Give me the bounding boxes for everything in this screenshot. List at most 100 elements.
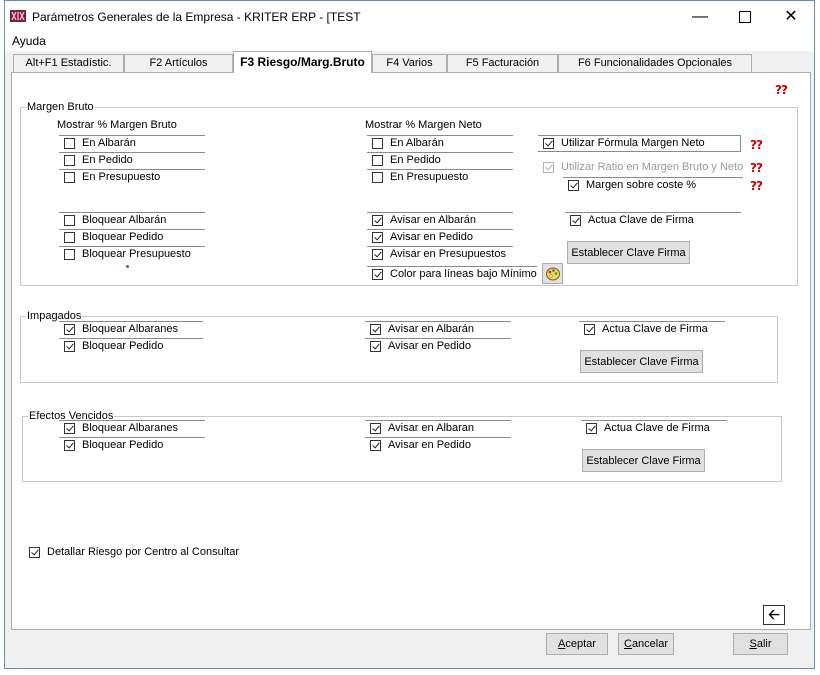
svg-text:?: ?: [756, 138, 763, 150]
cb-actua-clave-mb[interactable]: Actua Clave de Firma: [565, 212, 741, 229]
checkbox[interactable]: [372, 215, 383, 226]
cb-detallar-riesgo[interactable]: Detallar Riesgo por Centro al Consultar: [24, 545, 264, 562]
cb-avisar-pedido[interactable]: Avisar en Pedido: [367, 229, 513, 246]
cb-label: Avisar en Albarán: [388, 323, 475, 335]
checkbox[interactable]: [64, 440, 75, 451]
cb-ef-avisar-pedido[interactable]: Avisar en Pedido: [365, 437, 511, 454]
checkbox[interactable]: [370, 341, 381, 352]
cb-neto-albaran[interactable]: En Albarán: [367, 135, 513, 152]
checkbox[interactable]: [372, 138, 383, 149]
cb-ef-actua-clave[interactable]: Actua Clave de Firma: [581, 420, 727, 437]
checkbox[interactable]: [372, 232, 383, 243]
establecer-clave-ef-button[interactable]: Establecer Clave Firma: [582, 449, 705, 472]
checkbox[interactable]: [372, 249, 383, 260]
checkbox[interactable]: [64, 249, 75, 260]
back-arrow-button[interactable]: 🡠: [763, 605, 785, 625]
tab-articulos[interactable]: F2 Artículos: [124, 54, 233, 72]
menu-ayuda[interactable]: Ayuda: [12, 34, 46, 48]
color-picker-button[interactable]: [542, 263, 563, 284]
checkbox: [543, 162, 554, 173]
help-icon-formula[interactable]: ??: [750, 138, 764, 150]
checkbox[interactable]: [64, 232, 75, 243]
cb-imp-avisar-pedido[interactable]: Avisar en Pedido: [365, 338, 511, 355]
help-icon[interactable]: ? ?: [775, 83, 789, 95]
aceptar-label: ceptar: [565, 638, 596, 650]
cancelar-label: ancelar: [631, 638, 669, 650]
help-icon-coste[interactable]: ??: [750, 179, 764, 191]
checkbox[interactable]: [568, 180, 579, 191]
cb-ef-avisar-albaran[interactable]: Avisar en Albaran: [365, 420, 511, 437]
tab-estadisticas[interactable]: Alt+F1 Estadístic.: [13, 54, 124, 72]
cb-ef-bloquear-albaranes[interactable]: Bloquear Albaranes: [59, 420, 205, 437]
checkbox[interactable]: [586, 423, 597, 434]
minimize-icon: —: [692, 8, 708, 25]
mostrar-neto-title: Mostrar % Margen Neto: [365, 119, 482, 131]
cb-bloquear-pedido[interactable]: Bloquear Pedido: [59, 229, 205, 246]
cb-utilizar-ratio: Utilizar Ratio en Margen Bruto y Neto: [538, 160, 744, 177]
checkbox[interactable]: [570, 215, 581, 226]
cb-label: Actua Clave de Firma: [602, 323, 708, 335]
checkbox[interactable]: [370, 423, 381, 434]
checkbox[interactable]: [543, 138, 554, 149]
aceptar-button[interactable]: Aceptar: [546, 633, 608, 655]
cb-margen-coste[interactable]: Margen sobre coste %: [563, 177, 743, 194]
maximize-button[interactable]: [722, 1, 768, 32]
cb-imp-avisar-albaran[interactable]: Avisar en Albarán: [365, 321, 511, 338]
checkbox[interactable]: [372, 172, 383, 183]
checkbox[interactable]: [64, 155, 75, 166]
checkbox[interactable]: [64, 341, 75, 352]
cb-label: Bloquear Presupuesto: [82, 248, 191, 260]
establecer-clave-imp-button[interactable]: Establecer Clave Firma: [580, 350, 703, 373]
tab-panel: ? ? Margen Bruto Mostrar % Margen Bruto …: [11, 72, 811, 630]
checkbox[interactable]: [64, 138, 75, 149]
cb-label: Bloquear Pedido: [82, 231, 164, 243]
help-icon-ratio[interactable]: ??: [750, 161, 764, 173]
checkbox[interactable]: [372, 155, 383, 166]
cb-bloquear-albaran[interactable]: Bloquear Albarán: [59, 212, 205, 229]
cb-utilizar-formula[interactable]: Utilizar Fórmula Margen Neto: [538, 135, 741, 152]
close-button[interactable]: ✕: [768, 1, 814, 32]
tab-riesgo-margen[interactable]: F3 Riesgo/Marg.Bruto: [233, 51, 372, 73]
cb-avisar-albaran[interactable]: Avisar en Albarán: [367, 212, 513, 229]
cb-label: Avisar en Albarán: [390, 214, 477, 226]
cancelar-button[interactable]: Cancelar: [618, 633, 674, 655]
tab-strip: Alt+F1 Estadístic. F2 Artículos F3 Riesg…: [5, 51, 814, 73]
cb-neto-presupuesto[interactable]: En Presupuesto: [367, 169, 513, 186]
checkbox[interactable]: [64, 215, 75, 226]
cb-label: Avisar en Albaran: [388, 422, 475, 434]
cb-bruto-pedido[interactable]: En Pedido: [59, 152, 205, 169]
title-bar: Parámetros Generales de la Empresa - KRI…: [5, 1, 814, 32]
minimize-button[interactable]: —: [677, 1, 723, 32]
cb-color-lineas[interactable]: Color para líneas bajo Mínimo: [367, 266, 537, 283]
checkbox[interactable]: [64, 423, 75, 434]
cb-label: En Presupuesto: [390, 171, 469, 183]
checkbox[interactable]: [64, 324, 75, 335]
cb-neto-pedido[interactable]: En Pedido: [367, 152, 513, 169]
salir-button[interactable]: Salir: [733, 633, 788, 655]
main-window: Parámetros Generales de la Empresa - KRI…: [4, 0, 815, 669]
cb-bloquear-presupuesto[interactable]: Bloquear Presupuesto: [59, 246, 205, 263]
cb-label: Avisar en Pedido: [388, 340, 471, 352]
cb-imp-bloquear-albaranes[interactable]: Bloquear Albaranes: [59, 321, 203, 338]
tab-varios[interactable]: F4 Varios: [372, 54, 447, 72]
cb-bruto-presupuesto[interactable]: En Presupuesto: [59, 169, 205, 186]
cb-imp-actua-clave[interactable]: Actua Clave de Firma: [579, 321, 725, 338]
cb-label: Bloquear Albaranes: [82, 323, 179, 335]
establecer-clave-mb-button[interactable]: Establecer Clave Firma: [567, 241, 690, 264]
tab-facturacion[interactable]: F5 Facturación: [447, 54, 558, 72]
cb-label: Actua Clave de Firma: [588, 214, 694, 226]
checkbox[interactable]: [372, 269, 383, 280]
checkbox[interactable]: [370, 440, 381, 451]
window-title: Parámetros Generales de la Empresa - KRI…: [32, 10, 361, 24]
tab-funcionalidades[interactable]: F6 Funcionalidades Opcionales: [558, 54, 752, 72]
cb-label: Utilizar Ratio en Margen Bruto y Neto: [561, 161, 744, 173]
cb-label: En Pedido: [390, 154, 441, 166]
cb-imp-bloquear-pedido[interactable]: Bloquear Pedido: [59, 338, 203, 355]
checkbox[interactable]: [370, 324, 381, 335]
cb-bruto-albaran[interactable]: En Albarán: [59, 135, 205, 152]
cb-avisar-presupuestos[interactable]: Avisar en Presupuestos: [367, 246, 513, 263]
cb-ef-bloquear-pedido[interactable]: Bloquear Pedido: [59, 437, 205, 454]
checkbox[interactable]: [584, 324, 595, 335]
checkbox[interactable]: [64, 172, 75, 183]
checkbox[interactable]: [29, 547, 40, 558]
